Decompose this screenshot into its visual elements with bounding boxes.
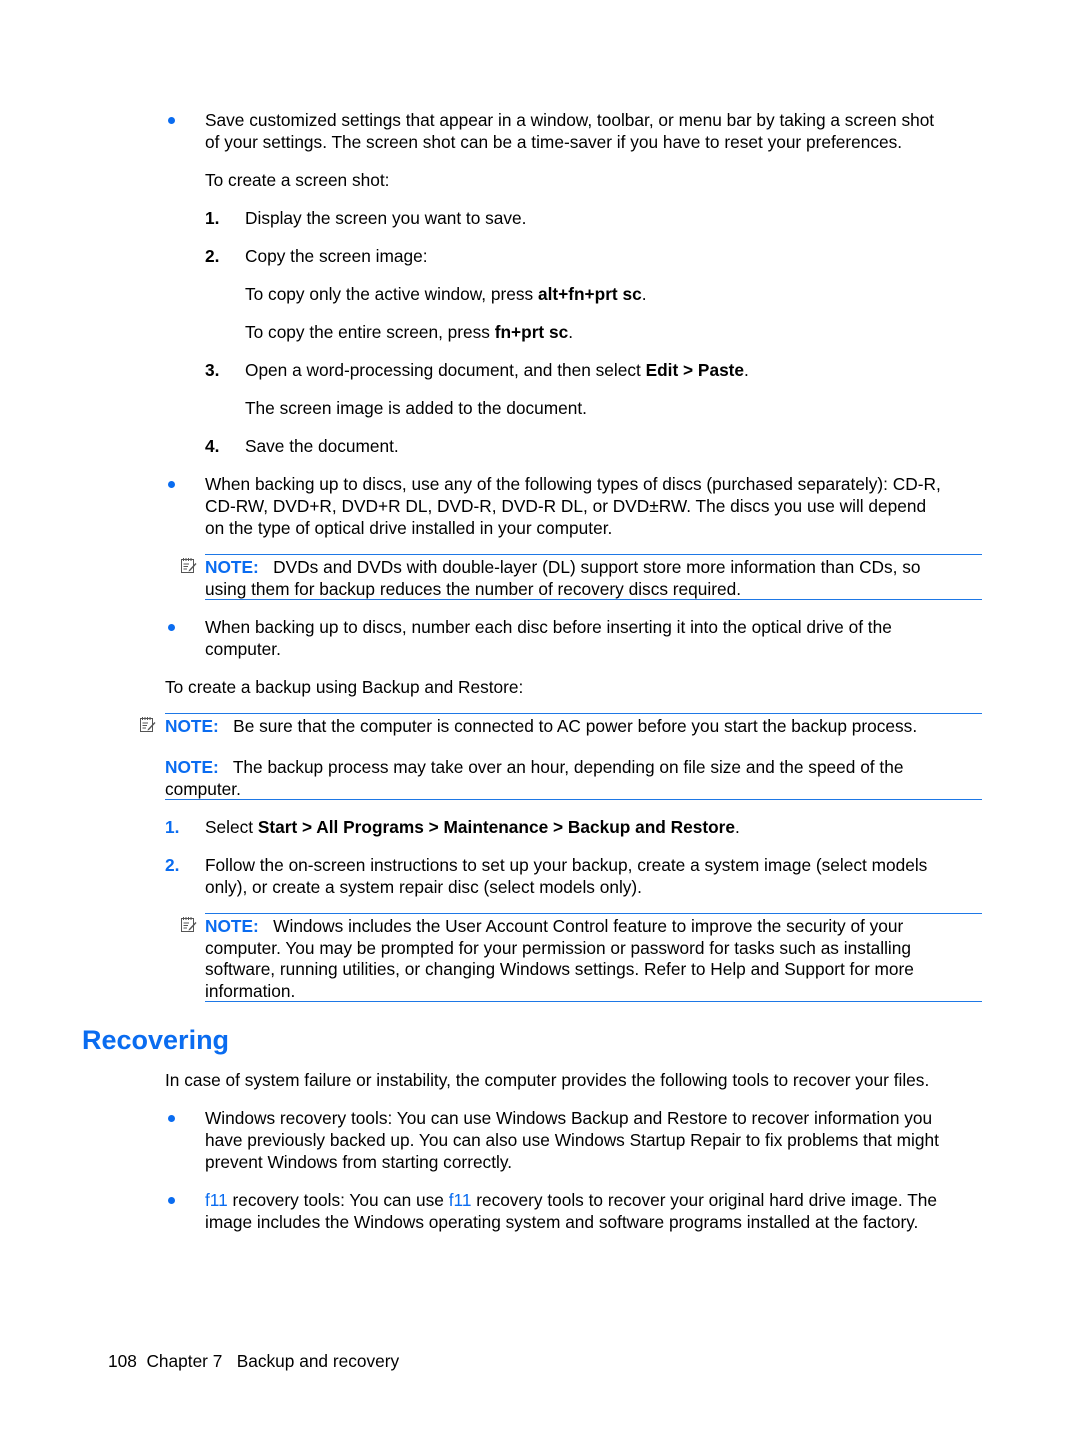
- note-hour-line2: computer.: [165, 779, 241, 799]
- note-hour-line1: NOTE: The backup process may take over a…: [165, 756, 903, 778]
- note-text: The backup process may take over an hour…: [232, 757, 904, 777]
- step-text: Save the document.: [245, 436, 399, 456]
- screenshot-intro: To create a screen shot:: [205, 170, 390, 190]
- key-name: f11: [205, 1190, 228, 1210]
- section-heading: Recovering: [82, 1025, 230, 1055]
- item-text: recovery tools: You can use: [227, 1190, 449, 1210]
- key-name: f11: [448, 1190, 472, 1210]
- note-top-rule: [205, 554, 982, 555]
- step-number: 4.: [205, 436, 220, 456]
- page-number: 108: [108, 1351, 137, 1371]
- bullet1-line2: of your settings. The screen shot can be…: [205, 132, 903, 152]
- note-label: NOTE:: [165, 757, 219, 777]
- bullet1-line1: Save customized settings that appear in …: [205, 110, 935, 130]
- instruction-text: To copy only the active window, press: [245, 284, 538, 304]
- note-dl-line1: NOTE: DVDs and DVDs with double-layer (D…: [205, 556, 921, 578]
- note-label: NOTE:: [205, 557, 259, 577]
- step-text: Copy the screen image:: [245, 246, 428, 266]
- windows-recovery-line2: have previously backed up. You can also …: [205, 1130, 939, 1150]
- bullet2-line1: When backing up to discs, use any of the…: [205, 474, 941, 494]
- bullet3-line2: computer.: [205, 639, 281, 659]
- menu-path: Edit > Paste: [645, 360, 745, 380]
- step-number: 1.: [165, 817, 180, 837]
- bullet2-line3: on the type of optical drive installed i…: [205, 518, 613, 538]
- punctuation: .: [735, 817, 740, 837]
- instruction-text: To copy the entire screen, press: [245, 322, 495, 342]
- note-icon: [180, 557, 197, 574]
- step-result: The screen image is added to the documen…: [245, 398, 587, 418]
- bullet-icon: [168, 481, 175, 488]
- step-text-pre: Open a word-processing document, and the…: [245, 360, 646, 380]
- bullet-icon: [168, 1197, 175, 1204]
- note-label: NOTE:: [205, 916, 259, 936]
- item-text: recovery tools to recover your original …: [471, 1190, 937, 1210]
- note-uac-line1: NOTE: Windows includes the User Account …: [205, 915, 903, 937]
- backup-step-1: Select Start > All Programs > Maintenanc…: [205, 816, 740, 838]
- key-combo: fn+prt sc: [494, 322, 569, 342]
- note-uac-line3: software, running utilities, or changing…: [205, 959, 914, 979]
- f11-recovery-line1: f11 recovery tools: You can use f11 reco…: [205, 1189, 937, 1211]
- note-text: Be sure that the computer is connected t…: [233, 716, 918, 736]
- note-text: DVDs and DVDs with double-layer (DL) sup…: [273, 557, 921, 577]
- note-dl-line2: using them for backup reduces the number…: [205, 579, 741, 599]
- menu-path: Start > All Programs > Maintenance > Bac…: [257, 817, 735, 837]
- note-label: NOTE:: [165, 716, 219, 736]
- step-text: Display the screen you want to save.: [245, 208, 527, 228]
- note-bottom-rule: [205, 1001, 982, 1002]
- copy-entire-screen-instruction: To copy the entire screen, press fn+prt …: [245, 321, 573, 343]
- recovering-intro: In case of system failure or instability…: [165, 1070, 930, 1090]
- punctuation: .: [568, 322, 574, 342]
- bullet-icon: [168, 624, 175, 631]
- step-text-pre: Select: [205, 817, 258, 837]
- key-combo: alt+fn+prt sc: [537, 284, 642, 304]
- bullet3-line1: When backing up to discs, number each di…: [205, 617, 892, 637]
- step-number: 2.: [165, 855, 180, 875]
- note-ac: NOTE: Be sure that the computer is conne…: [165, 715, 917, 737]
- bullet2-line2: CD-RW, DVD+R, DVD+R DL, DVD-R, DVD-R DL,…: [205, 496, 927, 516]
- step-number: 3.: [205, 360, 220, 380]
- punctuation: .: [744, 360, 749, 380]
- step-number: 2.: [205, 246, 220, 266]
- chapter-label: Chapter 7: [146, 1351, 223, 1371]
- windows-recovery-line3: prevent Windows from starting correctly.: [205, 1152, 512, 1172]
- note-top-rule: [205, 913, 982, 914]
- step-text: Open a word-processing document, and the…: [245, 359, 749, 381]
- note-uac-line4: information.: [205, 981, 296, 1001]
- bullet-icon: [168, 1115, 175, 1122]
- note-text: Windows includes the User Account Contro…: [273, 916, 904, 936]
- windows-recovery-line1: Windows recovery tools: You can use Wind…: [205, 1108, 933, 1128]
- note-bottom-rule: [205, 599, 982, 600]
- note-uac-line2: computer. You may be prompted for your p…: [205, 938, 911, 958]
- note-top-rule: [165, 713, 982, 714]
- chapter-title: Backup and recovery: [236, 1351, 400, 1371]
- copy-active-window-instruction: To copy only the active window, press al…: [245, 283, 647, 305]
- backup-intro: To create a backup using Backup and Rest…: [165, 677, 524, 697]
- note-icon: [139, 716, 156, 733]
- note-icon: [180, 916, 197, 933]
- page-footer: 108 Chapter 7 Backup and recovery: [108, 1350, 399, 1372]
- f11-recovery-line2: image includes the Windows operating sys…: [205, 1212, 919, 1232]
- step-number: 1.: [205, 208, 220, 228]
- punctuation: .: [641, 284, 647, 304]
- note-bottom-rule: [165, 799, 982, 800]
- bullet-icon: [168, 117, 175, 124]
- backup-step-2-line2: only), or create a system repair disc (s…: [205, 877, 642, 897]
- backup-step-2-line1: Follow the on-screen instructions to set…: [205, 855, 928, 875]
